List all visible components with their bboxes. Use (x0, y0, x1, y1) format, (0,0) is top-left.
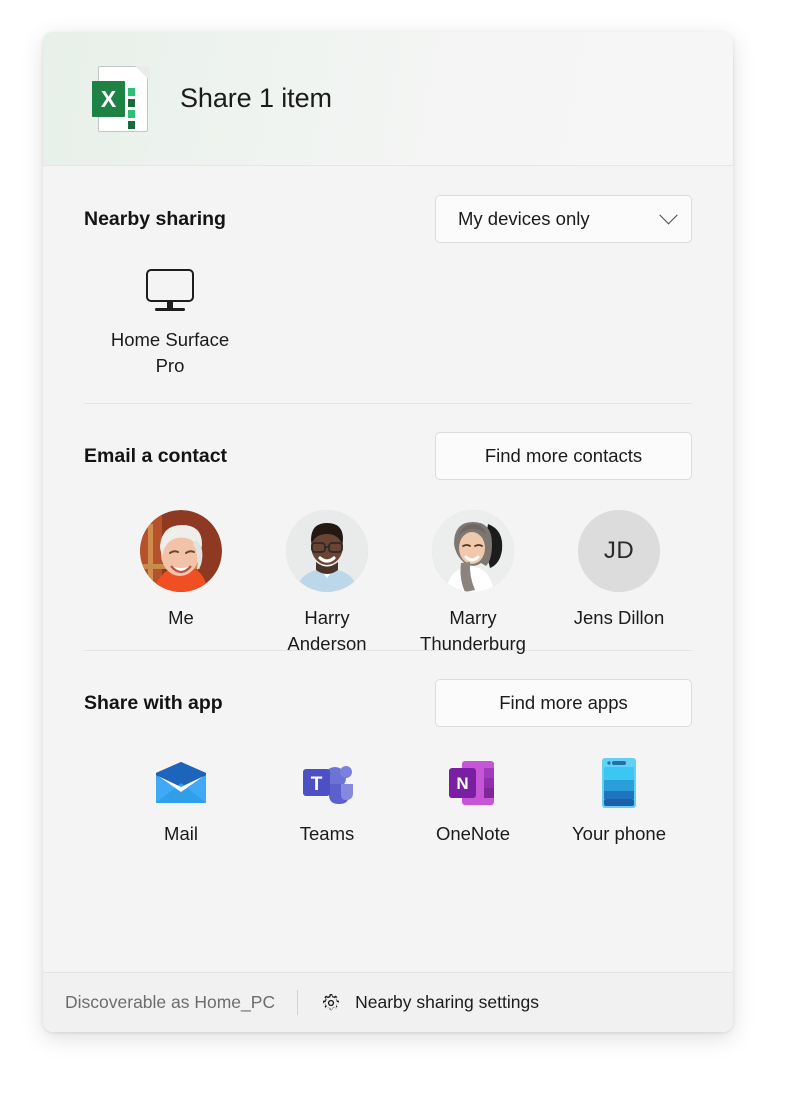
app-label: Your phone (572, 823, 666, 844)
contact-tile-jens-dillon[interactable]: JD Jens Dillon (546, 510, 692, 658)
contact-label: Marry Thunderburg (420, 607, 526, 655)
avatar-initials: JD (578, 510, 660, 592)
phone-icon (591, 757, 647, 809)
nearby-sharing-header: Nearby sharing My devices only (84, 166, 692, 243)
chevron-down-icon (659, 205, 678, 224)
share-with-app-header: Share with app Find more apps (84, 651, 692, 727)
app-label: Teams (299, 823, 355, 844)
dialog-header: X Share 1 item (43, 32, 733, 166)
nearby-sharing-settings-link[interactable]: Nearby sharing settings (320, 992, 539, 1014)
nearby-sharing-scope-dropdown[interactable]: My devices only (435, 195, 692, 243)
discoverable-status: Discoverable as Home_PC (65, 992, 276, 1012)
email-contact-header: Email a contact Find more contacts (84, 404, 692, 480)
nearby-devices-list: Home Surface Pro (84, 243, 692, 403)
app-tile-your-phone[interactable]: Your phone (546, 757, 692, 845)
device-label: Home Surface Pro (110, 329, 230, 377)
contact-label: Harry Anderson (287, 607, 367, 655)
device-tile-home-surface-pro[interactable]: Home Surface Pro (106, 269, 234, 380)
app-tile-teams[interactable]: T Teams (254, 757, 400, 845)
excel-x-letter: X (92, 80, 125, 117)
avatar (140, 510, 222, 592)
contact-label: Jens Dillon (573, 607, 665, 628)
app-label: OneNote (435, 823, 511, 844)
contact-tile-harry-anderson[interactable]: Harry Anderson (254, 510, 400, 658)
contact-label: Me (168, 607, 194, 628)
contacts-list: Me Harry Anderson Marry Thunderburg JD J… (84, 480, 692, 654)
app-tile-mail[interactable]: Mail (108, 757, 254, 845)
avatar: JD (578, 510, 660, 592)
find-more-apps-button[interactable]: Find more apps (435, 679, 692, 727)
gear-icon (323, 993, 340, 1010)
app-label: Mail (164, 823, 198, 844)
email-contact-title: Email a contact (84, 444, 228, 467)
svg-text:T: T (311, 774, 323, 795)
page-title: Share 1 item (180, 83, 332, 113)
apps-list: Mail T Teams N OneNote Your phone (84, 727, 692, 877)
teams-icon: T (299, 757, 355, 809)
avatar (432, 510, 514, 592)
onenote-icon: N (445, 757, 501, 809)
footer-divider (297, 990, 299, 1015)
monitor-icon (146, 269, 194, 311)
excel-file-icon: X (92, 65, 150, 132)
dialog-body: Nearby sharing My devices only Home Surf… (43, 166, 733, 972)
svg-text:N: N (456, 774, 468, 793)
contact-tile-marry-thunderburg[interactable]: Marry Thunderburg (400, 510, 546, 658)
app-tile-onenote[interactable]: N OneNote (400, 757, 546, 845)
nearby-sharing-title: Nearby sharing (84, 207, 226, 230)
nearby-sharing-settings-label: Nearby sharing settings (355, 992, 539, 1012)
mail-icon (153, 757, 209, 809)
nearby-sharing-scope-value: My devices only (458, 208, 590, 229)
share-with-app-title: Share with app (84, 691, 223, 714)
find-more-contacts-button[interactable]: Find more contacts (435, 432, 692, 480)
avatar (286, 510, 368, 592)
contact-tile-me[interactable]: Me (108, 510, 254, 658)
dialog-footer: Discoverable as Home_PC Nearby sharing s… (43, 972, 733, 1032)
share-dialog: X Share 1 item Nearby sharing My devices… (43, 32, 733, 1032)
